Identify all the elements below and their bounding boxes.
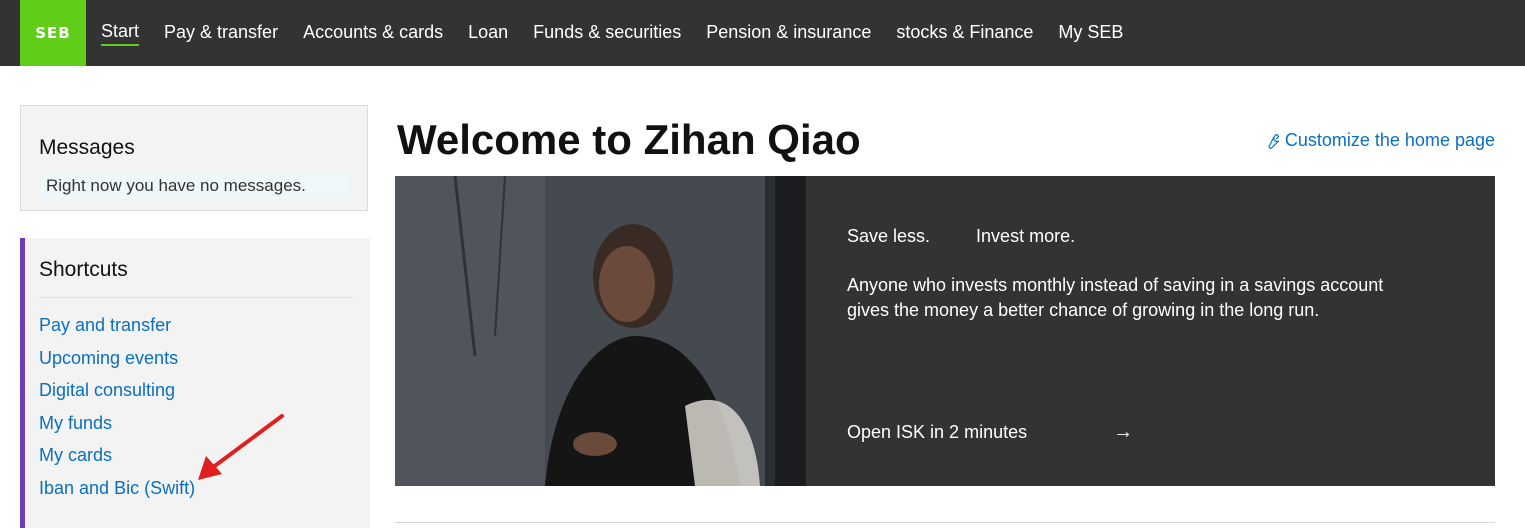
tagline-save-less: Save less. [847,226,931,246]
shortcut-my-cards[interactable]: My cards [39,445,195,478]
seb-logo[interactable]: SEB [20,0,86,66]
nav-pay-transfer[interactable]: Pay & transfer [164,22,278,45]
messages-card: Messages Right now you have no messages. [20,105,368,211]
nav-funds-securities[interactable]: Funds & securities [533,22,681,45]
nav-pension-insurance[interactable]: Pension & insurance [706,22,871,45]
shortcuts-title: Shortcuts [39,258,128,281]
red-arrow-annotation-icon [198,414,284,480]
nav-start[interactable]: Start [101,21,140,46]
hero-photo [395,176,806,486]
wrench-icon [1268,133,1279,149]
tagline-invest-more: Invest more. [976,226,1076,246]
hero-tagline: Save less. Invest more. [847,226,1417,247]
hero-banner: Save less. Invest more. Anyone who inves… [395,176,1495,486]
main-nav: Start Pay & transfer Accounts & cards Lo… [101,0,1148,66]
content-divider [395,522,1495,523]
open-isk-label: Open ISK in 2 minutes [847,422,1028,442]
shortcut-upcoming-events[interactable]: Upcoming events [39,348,195,381]
nav-loan[interactable]: Loan [468,22,508,45]
messages-title: Messages [39,136,135,159]
customize-home-label: Customize the home page [1284,130,1495,150]
shortcut-pay-and-transfer[interactable]: Pay and transfer [39,315,195,348]
shortcuts-divider [39,297,353,298]
customize-home-link[interactable]: Customize the home page [1263,130,1495,151]
open-isk-link[interactable]: Open ISK in 2 minutes → [847,421,1133,444]
shortcut-list: Pay and transfer Upcoming events Digital… [39,315,195,511]
shortcut-my-funds[interactable]: My funds [39,413,195,446]
messages-empty-text: Right now you have no messages. [41,173,351,199]
arrow-right-icon: → [1113,421,1134,443]
page-title: Welcome to Zihan Qiao [397,116,861,163]
nav-stocks-finance[interactable]: stocks & Finance [896,22,1033,45]
top-navigation-bar: SEB Start Pay & transfer Accounts & card… [0,0,1525,66]
hero-body-text: Anyone who invests monthly instead of sa… [847,275,1384,320]
shortcut-digital-consulting[interactable]: Digital consulting [39,380,195,413]
nav-accounts-cards[interactable]: Accounts & cards [303,22,443,45]
hero-text: Save less. Invest more. Anyone who inves… [847,226,1417,323]
shortcut-iban-bic[interactable]: Iban and Bic (Swift) [39,478,195,511]
woman-at-window-illustration-icon [395,176,806,486]
nav-my-seb[interactable]: My SEB [1058,22,1123,45]
